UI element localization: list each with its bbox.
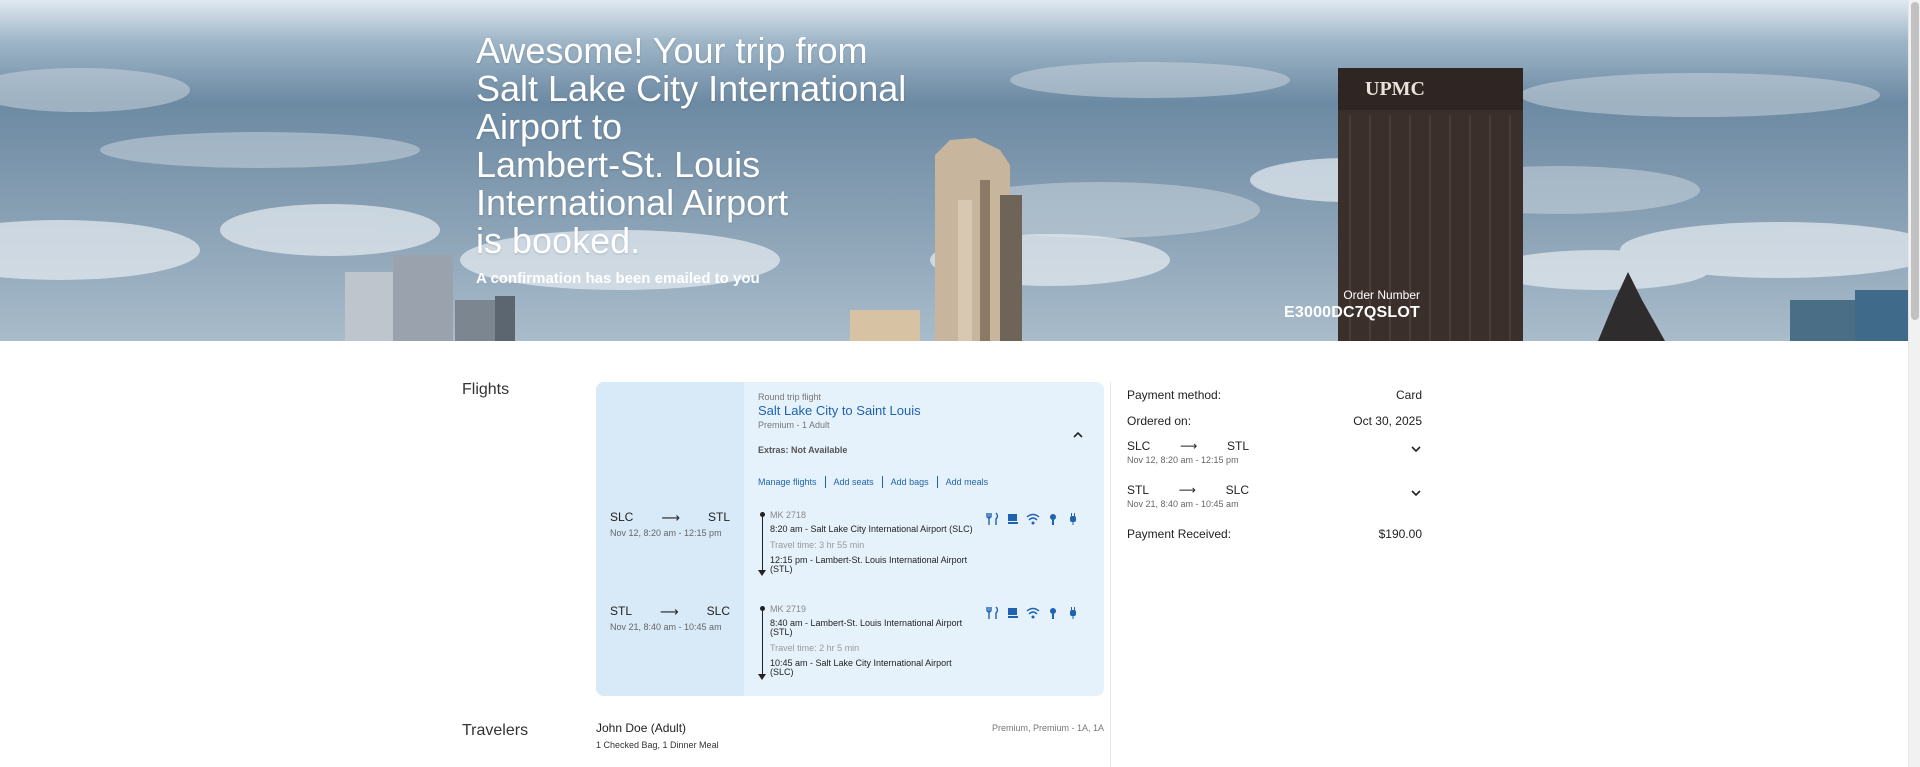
segment-date: Nov 21, 8:40 am - 10:45 am [1127,499,1239,509]
meal-icon [986,606,1000,620]
amenities [986,606,1080,620]
payment-summary-panel: Payment method: Card Ordered on: Oct 30,… [1110,382,1422,767]
destination-code: SLC [1225,483,1249,497]
flight-actions: Manage flights Add seats Add bags Add me… [758,476,988,488]
add-seats-link[interactable]: Add seats [834,477,874,487]
segment-summary-column: SLC ⟶ STL Nov 12, 8:20 am - 12:15 pm STL… [596,382,744,696]
wifi-icon [1026,512,1040,526]
trip-type: Round trip flight [758,392,822,402]
wifi-icon [1026,606,1040,620]
title-line: Awesome! Your trip from [476,30,868,71]
order-number-label: Order Number [1343,288,1420,302]
chevron-down-icon[interactable] [1410,489,1422,497]
payment-method-value: Card [1395,388,1422,402]
chevron-up-icon[interactable] [1071,430,1085,440]
travel-time: Travel time: 3 hr 55 min [770,540,865,550]
title-line: Lambert-St. Louis [476,144,761,185]
ordered-on-row: Ordered on: Oct 30, 2025 [1127,414,1422,428]
trip-name: Salt Lake City to Saint Louis [758,403,921,418]
travelers-section-label: Travelers [462,722,529,739]
confirmation-title: Awesome! Your trip from Salt Lake City I… [476,32,976,260]
arrival-info: 10:45 am - Salt Lake City International … [770,658,952,668]
segment-summary: SLC ⟶ STL Nov 12, 8:20 am - 12:15 pm [610,510,730,538]
segment-timeline [758,606,768,682]
arrow-right-icon: ⟶ [660,604,679,619]
entertainment-icon [1046,512,1060,526]
extras-status: Extras: Not Available [758,445,848,455]
power-icon [1066,606,1080,620]
payment-received-row: Payment Received: $190.00 [1127,527,1422,541]
title-line: International Airport [476,182,789,223]
title-line: is booked. [476,220,641,261]
trip-class: Premium - 1 Adult [758,420,830,430]
order-number: E3000DC7QSLOT [1284,304,1420,321]
payment-received-value: $190.00 [1378,527,1422,541]
building-sign: UPMC [1365,78,1425,100]
entertainment-icon [1046,606,1060,620]
segment-date: Nov 21, 8:40 am - 10:45 am [610,622,722,632]
ordered-on-value: Oct 30, 2025 [1353,414,1422,428]
divider [936,476,938,488]
segment-timeline [758,512,768,578]
travel-time: Travel time: 2 hr 5 min [770,643,860,653]
segment-date: Nov 12, 8:20 am - 12:15 pm [610,528,722,538]
origin-code: SLC [1127,439,1151,453]
origin-code: STL [610,604,633,618]
destination-code: STL [707,510,730,524]
confirmation-subtitle: A confirmation has been emailed to you [476,270,760,287]
payment-segment[interactable]: STL ⟶ SLC Nov 21, 8:40 am - 10:45 am [1127,483,1422,509]
flights-section-label: Flights [462,381,510,398]
drink-icon [1006,512,1020,526]
traveler-extras: 1 Checked Bag, 1 Dinner Meal [596,740,719,750]
page-scrollbar[interactable] [1908,0,1920,767]
add-bags-link[interactable]: Add bags [891,477,929,487]
destination-code: STL [1226,439,1249,453]
arrow-right-icon: ⟶ [1180,439,1198,453]
chevron-down-icon[interactable] [1410,445,1422,453]
segment-date: Nov 12, 8:20 am - 12:15 pm [1127,455,1239,465]
title-line: Airport to [476,106,623,147]
arrival-info-code: (STL) [770,564,793,574]
drink-icon [1006,606,1020,620]
payment-method-row: Payment method: Card [1127,388,1422,402]
hero-banner: UPMC Awesome! Your trip from Salt Lake C… [0,0,1908,341]
meal-icon [986,512,1000,526]
origin-code: SLC [610,510,634,524]
departure-info: 8:20 am - Salt Lake City International A… [770,524,973,534]
arrival-info: 12:15 pm - Lambert-St. Louis Internation… [770,555,968,565]
ordered-on-label: Ordered on: [1127,414,1192,428]
payment-segment[interactable]: SLC ⟶ STL Nov 12, 8:20 am - 12:15 pm [1127,439,1422,465]
destination-code: SLC [706,604,730,618]
manage-flights-link[interactable]: Manage flights [758,477,817,487]
title-line: Salt Lake City International [476,68,907,109]
power-icon [1066,512,1080,526]
traveler-seat: Premium, Premium - 1A, 1A [991,723,1104,733]
arrow-right-icon: ⟶ [661,510,680,525]
departure-info: 8:40 am - Lambert-St. Louis Internationa… [770,618,963,628]
traveler-name: John Doe (Adult) [596,721,687,735]
scrollbar-thumb[interactable] [1911,2,1919,320]
amenities [986,512,1080,526]
arrival-info-code: (SLC) [770,667,794,677]
segment-summary: STL ⟶ SLC Nov 21, 8:40 am - 10:45 am [610,604,730,632]
payment-received-label: Payment Received: [1127,527,1232,541]
flight-details-column: Round trip flight Salt Lake City to Sain… [744,382,1104,696]
flight-card: SLC ⟶ STL Nov 12, 8:20 am - 12:15 pm STL… [596,382,1104,696]
divider [881,476,883,488]
departure-info-code: (STL) [770,627,793,637]
arrow-right-icon: ⟶ [1178,483,1196,497]
payment-method-label: Payment method: [1127,388,1222,402]
origin-code: STL [1127,483,1150,497]
add-meals-link[interactable]: Add meals [946,477,989,487]
divider [824,476,826,488]
